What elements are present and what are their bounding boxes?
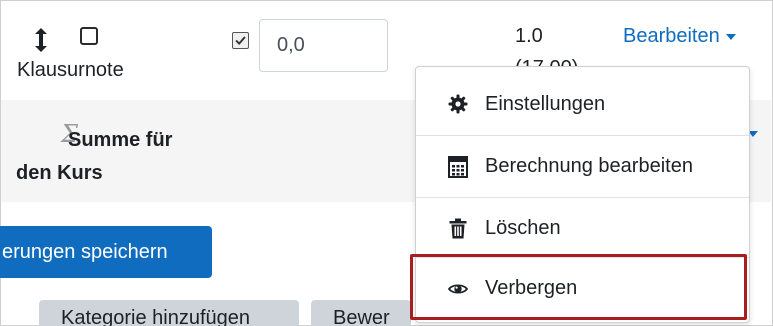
- eye-icon: [447, 278, 469, 300]
- menu-item-settings[interactable]: Einstellungen: [416, 73, 749, 135]
- grade-value: 1.0: [515, 25, 543, 47]
- menu-item-label: Einstellungen: [485, 92, 606, 115]
- menu-item-label: Berechnung bearbeiten: [485, 155, 693, 177]
- edit-dropdown-menu: Einstellungen Berechnung bearbeiten Lösc…: [415, 66, 750, 323]
- grade-item-name: Klausurnote: [17, 59, 124, 81]
- trash-icon: [447, 218, 469, 240]
- chevron-down-icon: [725, 33, 736, 40]
- course-total-label: Summe für den Kurs: [16, 124, 172, 190]
- select-item-checkbox[interactable]: [80, 27, 98, 45]
- edit-label: Bearbeiten: [623, 25, 720, 47]
- course-total-line1: Summe für: [68, 129, 173, 151]
- menu-item-label: Verbergen: [485, 277, 578, 299]
- calculator-icon: [447, 155, 469, 178]
- menu-item-delete[interactable]: Löschen: [416, 197, 749, 259]
- menu-item-label: Löschen: [485, 217, 561, 239]
- add-category-button[interactable]: Kategorie hinzufügen: [39, 300, 299, 326]
- course-total-line2: den Kurs: [16, 162, 103, 184]
- override-checkbox[interactable]: [232, 32, 249, 49]
- edit-dropdown-toggle[interactable]: Bearbeiten: [623, 25, 736, 48]
- gear-icon: [447, 93, 469, 115]
- move-icon[interactable]: [31, 27, 51, 53]
- menu-item-edit-calculation[interactable]: Berechnung bearbeiten: [416, 135, 749, 197]
- add-grade-item-button[interactable]: Bewer: [311, 300, 411, 326]
- save-changes-button[interactable]: erungen speichern: [0, 226, 212, 278]
- grade-input[interactable]: 0,0: [259, 19, 388, 72]
- menu-item-hide[interactable]: Verbergen: [416, 257, 749, 319]
